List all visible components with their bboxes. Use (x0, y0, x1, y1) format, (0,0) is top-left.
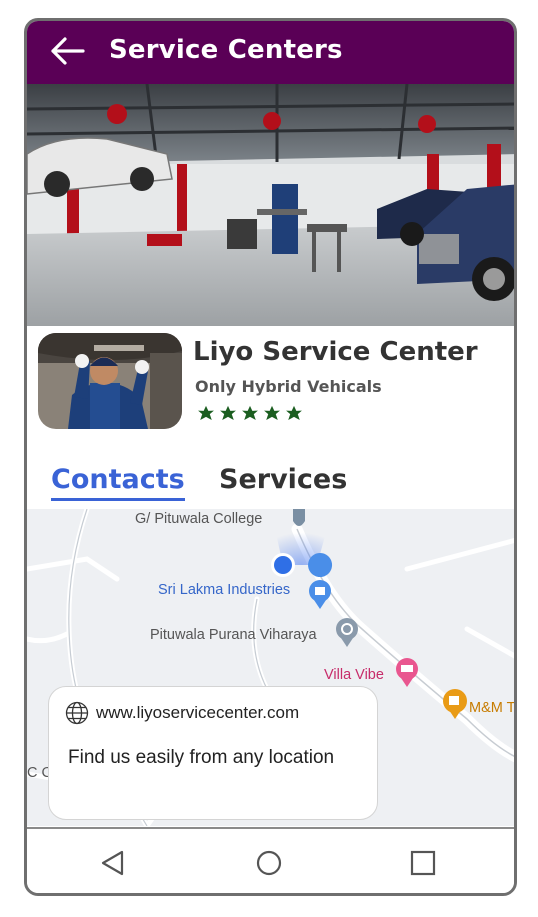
page-title: Service Centers (109, 35, 343, 65)
star-icon (242, 405, 258, 420)
map-label-college: G/ Pituwala College (135, 511, 263, 527)
card-description: Find us easily from any location (68, 747, 335, 768)
square-recents-icon[interactable] (407, 847, 439, 879)
center-subtitle: Only Hybrid Vehicals (195, 377, 382, 396)
map-label-mm: M&M T (469, 700, 514, 716)
circle-home-icon[interactable] (253, 847, 285, 879)
rating-stars (197, 405, 303, 423)
star-icon (264, 405, 280, 420)
center-name: Liyo Service Center (193, 337, 478, 367)
tab-contacts[interactable]: Contacts (51, 464, 185, 501)
star-icon (286, 405, 302, 420)
star-icon (198, 405, 214, 420)
globe-icon (65, 701, 89, 725)
contact-info-card: www.liyoservicecenter.com Find us easily… (48, 686, 378, 820)
mechanic-photo (38, 333, 182, 429)
app-bar: Service Centers (27, 21, 514, 84)
triangle-back-icon[interactable] (97, 847, 129, 879)
website-link[interactable]: www.liyoservicecenter.com (96, 703, 299, 723)
star-icon (220, 405, 236, 420)
arrow-left-icon[interactable] (49, 36, 85, 66)
phone-frame: Service Centers Liyo Service Center Only… (24, 18, 517, 896)
hero-image (27, 84, 514, 326)
map-label-vihara: Pituwala Purana Viharaya (150, 627, 317, 643)
map-label-industries: Sri Lakma Industries (158, 582, 291, 598)
college-pin-icon (293, 509, 305, 526)
map-label-villa: Villa Vibe (324, 667, 384, 683)
tab-services[interactable]: Services (219, 464, 347, 495)
system-nav-bar (27, 827, 514, 893)
